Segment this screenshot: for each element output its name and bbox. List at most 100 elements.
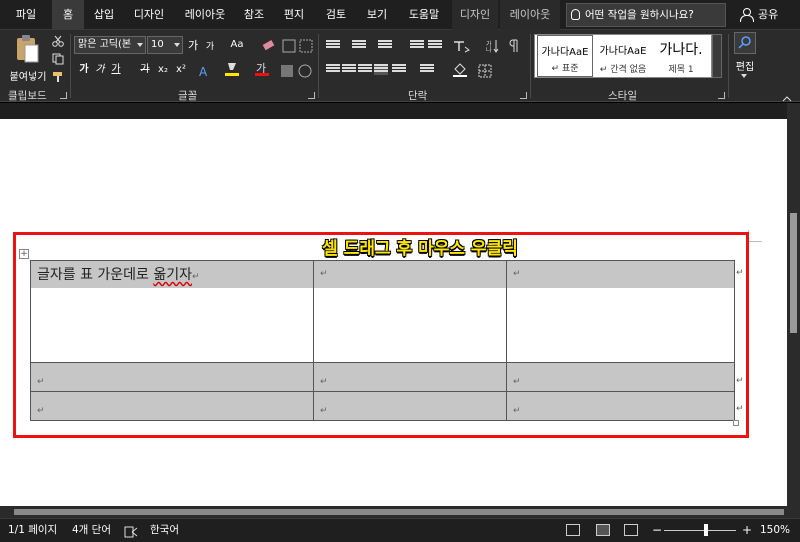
status-bar: 1/1 페이지 4개 단어 한국어 − + 150% xyxy=(0,518,800,542)
scrollbar-thumb[interactable] xyxy=(790,213,797,333)
share-button[interactable]: 공유 xyxy=(740,0,778,30)
tab-view[interactable]: 보기 xyxy=(358,0,396,30)
tab-home[interactable]: 홈 xyxy=(52,0,84,30)
tab-layout[interactable]: 레이아웃 xyxy=(176,0,234,30)
style-gallery-scroll[interactable] xyxy=(712,34,722,78)
zoom-slider-thumb[interactable] xyxy=(703,524,708,536)
align-center-icon[interactable] xyxy=(342,64,356,75)
italic-button[interactable]: 가 xyxy=(94,62,106,78)
style-sample: 가나다AaE xyxy=(599,46,647,57)
tab-file[interactable]: 파일 xyxy=(6,0,46,30)
margin-marker xyxy=(748,241,762,242)
tell-me-search[interactable]: 어떤 작업을 원하시나요? xyxy=(566,3,726,27)
format-painter-icon[interactable] xyxy=(52,68,64,87)
distribute-icon[interactable] xyxy=(392,64,406,75)
style-normal[interactable]: 가나다AaE ↵ 표준 xyxy=(537,35,593,77)
print-layout-icon[interactable] xyxy=(596,524,610,536)
web-layout-icon[interactable] xyxy=(624,524,638,536)
horizontal-scrollbar[interactable] xyxy=(0,506,800,518)
search-icon[interactable] xyxy=(734,32,756,54)
text-effects-icon[interactable]: A xyxy=(198,63,212,82)
increase-indent-icon[interactable] xyxy=(428,40,442,51)
tab-help[interactable]: 도움말 xyxy=(400,0,448,30)
clipboard-launcher-icon[interactable] xyxy=(60,92,67,99)
line-spacing-icon[interactable] xyxy=(420,64,434,75)
style-no-spacing[interactable]: 가나다AaE ↵ 간격 없음 xyxy=(595,35,651,77)
multilevel-list-icon[interactable] xyxy=(378,40,392,51)
subscript-button[interactable]: x₂ xyxy=(156,62,170,78)
shading-icon[interactable] xyxy=(452,62,468,82)
grow-font-button[interactable]: 가 xyxy=(186,38,200,54)
tab-references[interactable]: 참조 xyxy=(236,0,272,30)
char-shading-icon[interactable] xyxy=(280,63,294,82)
group-label-clipboard: 클립보드 xyxy=(8,90,47,102)
sort-icon[interactable]: 가나 xyxy=(486,38,500,57)
underline-button[interactable]: 가 xyxy=(110,62,122,78)
enclose-char-icon[interactable] xyxy=(298,63,312,82)
tab-design[interactable]: 디자인 xyxy=(126,0,172,30)
zoom-slider[interactable] xyxy=(664,524,736,536)
char-border-icon[interactable] xyxy=(299,38,313,57)
bold-button[interactable]: 가 xyxy=(78,62,90,78)
superscript-button[interactable]: x² xyxy=(174,62,188,78)
align-right-icon[interactable] xyxy=(358,64,372,75)
vertical-scrollbar[interactable] xyxy=(787,103,800,506)
person-icon xyxy=(740,8,754,22)
tab-mailings[interactable]: 편지 xyxy=(276,0,312,30)
language-indicator[interactable]: 한국어 xyxy=(150,519,179,541)
copy-icon[interactable] xyxy=(52,50,64,69)
paragraph-launcher-icon[interactable] xyxy=(520,92,527,99)
font-name-value: 맑은 고딕(본 xyxy=(78,39,132,50)
zoom-in-icon[interactable]: + xyxy=(742,519,752,541)
decrease-indent-icon[interactable] xyxy=(410,40,424,51)
tab-review[interactable]: 검토 xyxy=(316,0,356,30)
shrink-font-button[interactable]: 가 xyxy=(204,39,216,55)
align-left-icon[interactable] xyxy=(326,64,340,75)
zoom-level[interactable]: 150% xyxy=(760,519,790,541)
font-name-combo[interactable]: 맑은 고딕(본 xyxy=(74,36,146,54)
text-direction-icon[interactable] xyxy=(452,38,470,57)
tab-table-layout[interactable]: 레이아웃 xyxy=(500,0,560,30)
strikethrough-button[interactable]: 가 xyxy=(138,62,152,78)
borders-icon[interactable] xyxy=(478,63,492,82)
chevron-down-icon[interactable] xyxy=(741,74,747,78)
paste-icon[interactable] xyxy=(14,34,40,64)
editing-button[interactable]: 편집 xyxy=(732,58,758,73)
annotation-text: 셀 드래그 후 마우스 우클릭 xyxy=(322,239,518,259)
chevron-down-icon xyxy=(137,43,143,47)
bullets-icon[interactable] xyxy=(326,40,340,51)
proofing-icon[interactable] xyxy=(124,524,138,542)
font-launcher-icon[interactable] xyxy=(308,92,315,99)
style-heading-1[interactable]: 가나다. 제목 1 xyxy=(653,35,709,77)
change-case-button[interactable]: Aa xyxy=(226,37,248,53)
page-count[interactable]: 1/1 페이지 xyxy=(8,519,57,541)
annotation-highlight-box xyxy=(13,232,749,438)
paste-button[interactable]: 붙여넣기 xyxy=(6,68,50,83)
svg-text:나: 나 xyxy=(486,46,492,53)
font-size-combo[interactable]: 10 xyxy=(147,36,183,54)
tab-insert[interactable]: 삽입 xyxy=(86,0,122,30)
group-separator xyxy=(728,34,729,98)
group-label-styles: 스타일 xyxy=(608,90,637,102)
justify-icon[interactable] xyxy=(374,64,388,75)
word-count[interactable]: 4개 단어 xyxy=(72,519,111,541)
phonetic-guide-icon[interactable] xyxy=(282,38,296,57)
clear-formatting-icon[interactable] xyxy=(262,38,276,57)
style-sample: 가나다. xyxy=(659,42,703,58)
numbering-icon[interactable] xyxy=(352,40,366,51)
group-label-paragraph: 단락 xyxy=(408,90,428,102)
show-marks-icon[interactable] xyxy=(508,38,520,57)
tab-table-design[interactable]: 디자인 xyxy=(452,0,498,30)
font-color-icon[interactable]: 가 xyxy=(254,61,270,81)
zoom-out-icon[interactable]: − xyxy=(652,519,662,541)
group-label-font: 글꼴 xyxy=(178,90,198,102)
svg-text:A: A xyxy=(199,65,208,78)
scrollbar-thumb[interactable] xyxy=(14,509,784,515)
ruler xyxy=(0,103,787,119)
cut-icon[interactable] xyxy=(52,32,64,51)
highlight-icon[interactable] xyxy=(224,61,240,81)
styles-launcher-icon[interactable] xyxy=(718,92,725,99)
style-sample: 가나다AaE xyxy=(541,47,589,58)
style-name: ↵ 간격 없음 xyxy=(599,65,647,75)
read-mode-icon[interactable] xyxy=(566,524,580,536)
